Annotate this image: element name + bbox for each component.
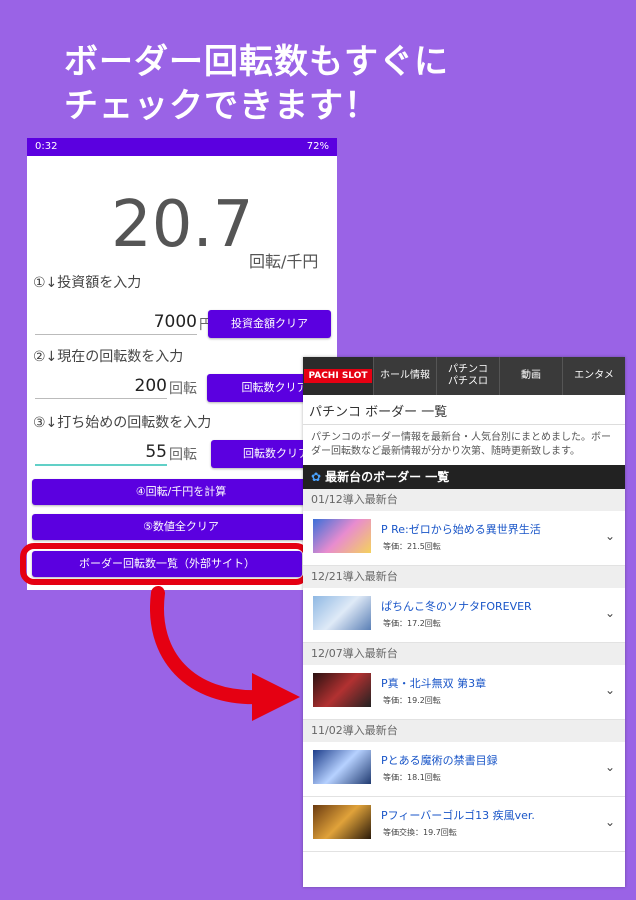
result-value: 20.7 xyxy=(111,188,254,262)
gear-icon: ✿ xyxy=(311,470,322,484)
calculate-button[interactable]: ④回転/千円を計算 xyxy=(32,479,330,505)
site-page-title: パチンコ ボーダー 一覧 xyxy=(303,395,625,425)
machine-thumbnail xyxy=(313,750,371,784)
machine-thumbnail xyxy=(313,673,371,707)
section-header: ✿ 最新台のボーダー 一覧 xyxy=(303,465,625,489)
machine-name[interactable]: P真・北斗無双 第3章 xyxy=(381,675,486,691)
machine-row[interactable]: P Re:ゼロから始める異世界生活 等価：21.5回転 ⌄ xyxy=(303,511,625,566)
promo-headline: ボーダー回転数もすぐに チェックできます！ xyxy=(64,40,624,128)
date-group-header: 12/07導入最新台 xyxy=(303,643,625,665)
site-nav: PACHI SLOT ホール情報 パチンコ パチスロ 動画 エンタメ xyxy=(303,357,625,395)
step1-label: ①↓投資額を入力 xyxy=(33,275,142,291)
machine-row[interactable]: P真・北斗無双 第3章 等価：19.2回転 ⌄ xyxy=(303,665,625,720)
nav-hall-info[interactable]: ホール情報 xyxy=(373,357,436,395)
start-spins-input[interactable]: 55 xyxy=(35,440,167,466)
date-group-header: 11/02導入最新台 xyxy=(303,720,625,742)
investment-input[interactable]: 7000 xyxy=(35,310,197,335)
pointer-arrow-icon xyxy=(150,586,300,721)
highlight-ring xyxy=(20,543,310,585)
status-time: 0:32 xyxy=(35,141,58,152)
machine-row[interactable]: Pとある魔術の禁書目録 等価：18.1回転 ⌄ xyxy=(303,742,625,797)
chevron-down-icon[interactable]: ⌄ xyxy=(605,606,615,620)
site-logo[interactable]: PACHI SLOT xyxy=(303,357,373,395)
machine-border: 等価：19.2回転 xyxy=(383,696,441,705)
clear-investment-button[interactable]: 投資金額クリア xyxy=(208,310,331,338)
step3-label: ③↓打ち始めの回転数を入力 xyxy=(33,415,212,431)
machine-row[interactable]: Pフィーバーゴルゴ13 疾風ver. 等価交換：19.7回転 ⌄ xyxy=(303,797,625,852)
machine-name[interactable]: Pとある魔術の禁書目録 xyxy=(381,752,498,768)
machine-name[interactable]: P Re:ゼロから始める異世界生活 xyxy=(381,521,541,537)
status-bar: 0:32 72% xyxy=(27,138,337,156)
site-description: パチンコのボーダー情報を最新台・人気台別にまとめました。ボーダー回転数など最新情… xyxy=(311,432,611,457)
step2-label: ②↓現在の回転数を入力 xyxy=(33,349,184,365)
machine-border: 等価：17.2回転 xyxy=(383,619,441,628)
chevron-down-icon[interactable]: ⌄ xyxy=(605,529,615,543)
machine-thumbnail xyxy=(313,805,371,839)
headline-line-2: チェックできます！ xyxy=(64,86,379,126)
site-logo-text: PACHI SLOT xyxy=(304,369,372,383)
external-site-panel: PACHI SLOT ホール情報 パチンコ パチスロ 動画 エンタメ パチンコ … xyxy=(303,357,625,887)
machine-border: 等価交換：19.7回転 xyxy=(383,828,457,837)
machine-name[interactable]: Pフィーバーゴルゴ13 疾風ver. xyxy=(381,807,535,823)
machine-thumbnail xyxy=(313,519,371,553)
chevron-down-icon[interactable]: ⌄ xyxy=(605,815,615,829)
chevron-down-icon[interactable]: ⌄ xyxy=(605,683,615,697)
phone-app-screen: 0:32 72% 20.7 回転/千円 ①↓投資額を入力 7000 円 投資金額… xyxy=(27,138,337,590)
date-group-header: 01/12導入最新台 xyxy=(303,489,625,511)
machine-border: 等価：21.5回転 xyxy=(383,542,441,551)
result-unit: 回転/千円 xyxy=(249,252,319,271)
current-spins-unit: 回転 xyxy=(169,381,197,397)
machine-row[interactable]: ぱちんこ冬のソナタFOREVER 等価：17.2回転 ⌄ xyxy=(303,588,625,643)
machine-thumbnail xyxy=(313,596,371,630)
nav-video[interactable]: 動画 xyxy=(499,357,562,395)
machine-border: 等価：18.1回転 xyxy=(383,773,441,782)
clear-all-button[interactable]: ⑤数値全クリア xyxy=(32,514,330,540)
headline-line-1: ボーダー回転数もすぐに xyxy=(64,42,449,82)
nav-entertainment[interactable]: エンタメ xyxy=(562,357,625,395)
current-spins-input[interactable]: 200 xyxy=(35,374,167,399)
start-spins-unit: 回転 xyxy=(169,447,197,463)
chevron-down-icon[interactable]: ⌄ xyxy=(605,760,615,774)
date-group-header: 12/21導入最新台 xyxy=(303,566,625,588)
section-title: 最新台のボーダー 一覧 xyxy=(325,470,450,484)
machine-name[interactable]: ぱちんこ冬のソナタFOREVER xyxy=(381,598,532,614)
battery-level: 72% xyxy=(306,141,329,152)
nav-pachinko[interactable]: パチンコ パチスロ xyxy=(436,357,499,395)
